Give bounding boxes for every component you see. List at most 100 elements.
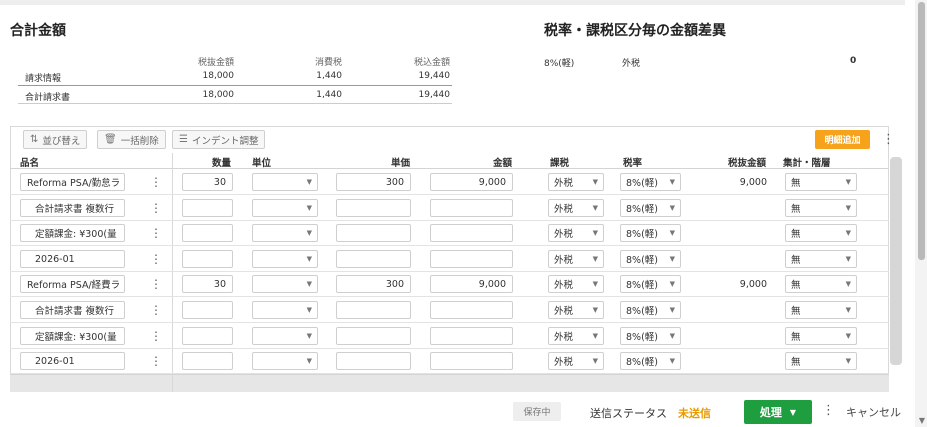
- more-menu-icon[interactable]: ⋮: [822, 404, 835, 417]
- aggregation-select[interactable]: 無 ▼: [785, 224, 857, 242]
- amount-input[interactable]: [430, 250, 513, 268]
- col-header-qty: 数量: [212, 158, 232, 169]
- grid-menu-icon[interactable]: ⋮: [882, 133, 895, 146]
- caret-down-icon: ▼: [592, 332, 598, 340]
- row-menu-icon[interactable]: ⋮: [150, 354, 162, 368]
- scroll-down-icon[interactable]: ▼: [919, 416, 925, 425]
- process-button[interactable]: 処理 ▼: [744, 400, 812, 424]
- summary-row-gross: 19,440: [418, 90, 451, 100]
- unit-price-input[interactable]: [336, 352, 411, 370]
- quantity-input[interactable]: [182, 224, 233, 242]
- tax-rate-select[interactable]: 8%(軽) ▼: [620, 250, 681, 268]
- indent-button[interactable]: ☰ インデント調整: [172, 130, 266, 149]
- aggregation-select[interactable]: 無 ▼: [785, 327, 857, 345]
- amount-input[interactable]: 9,000: [430, 173, 513, 191]
- page-scrollbar-thumb[interactable]: [918, 2, 925, 260]
- caret-down-icon: ▼: [306, 255, 312, 263]
- tax-rate-select[interactable]: 8%(軽) ▼: [620, 199, 681, 217]
- tax-rate-select[interactable]: 8%(軽) ▼: [620, 327, 681, 345]
- item-name-input[interactable]: 2026-01: [20, 250, 125, 268]
- unit-select[interactable]: ▼: [252, 301, 318, 319]
- item-name-input[interactable]: 合計請求書 複数行: [20, 199, 125, 217]
- quantity-input[interactable]: 30: [182, 173, 233, 191]
- indent-label: インデント調整: [191, 135, 259, 147]
- top-divider: [0, 0, 905, 5]
- tax-type-select[interactable]: 外税 ▼: [548, 352, 604, 370]
- amount-input[interactable]: [430, 327, 513, 345]
- item-name-input[interactable]: 2026-01: [20, 352, 125, 370]
- amount-input[interactable]: [430, 301, 513, 319]
- row-menu-icon[interactable]: ⋮: [150, 329, 162, 343]
- item-name-input[interactable]: Reforma PSA/経費ラ: [20, 275, 125, 293]
- item-name-input[interactable]: 定額課金: ¥300(量: [20, 327, 125, 345]
- unit-price-input[interactable]: [336, 199, 411, 217]
- bulk-delete-button[interactable]: 🗑 一括削除: [97, 130, 166, 149]
- aggregation-select[interactable]: 無 ▼: [785, 250, 857, 268]
- tax-type-select[interactable]: 外税 ▼: [548, 173, 604, 191]
- unit-price-input[interactable]: [336, 224, 411, 242]
- summary-divider: [18, 85, 452, 86]
- unit-price-input[interactable]: 300: [336, 275, 411, 293]
- unit-price-input[interactable]: [336, 301, 411, 319]
- amount-input[interactable]: 9,000: [430, 275, 513, 293]
- table-row: 合計請求書 複数行 ⋮ ▼ 外税 ▼ 8%(軽) ▼ 無 ▼: [10, 195, 889, 221]
- quantity-input[interactable]: [182, 199, 233, 217]
- quantity-input[interactable]: [182, 327, 233, 345]
- tax-rate-select[interactable]: 8%(軽) ▼: [620, 173, 681, 191]
- row-menu-icon[interactable]: ⋮: [150, 303, 162, 317]
- caret-down-icon: ▼: [592, 357, 598, 365]
- quantity-input[interactable]: [182, 352, 233, 370]
- tax-type-select[interactable]: 外税 ▼: [548, 199, 604, 217]
- aggregation-select-value: 無: [791, 306, 801, 317]
- quantity-input[interactable]: 30: [182, 275, 233, 293]
- row-menu-icon[interactable]: ⋮: [150, 201, 162, 215]
- tax-type-select-value: 外税: [554, 357, 574, 368]
- aggregation-select-value: 無: [791, 357, 801, 368]
- item-name-input[interactable]: 定額課金: ¥300(量: [20, 224, 125, 242]
- tax-rate-select[interactable]: 8%(軽) ▼: [620, 301, 681, 319]
- aggregation-select[interactable]: 無 ▼: [785, 199, 857, 217]
- unit-price-input[interactable]: [336, 250, 411, 268]
- quantity-input[interactable]: [182, 301, 233, 319]
- tax-type-select[interactable]: 外税 ▼: [548, 275, 604, 293]
- amount-input[interactable]: [430, 224, 513, 242]
- tax-type-select[interactable]: 外税 ▼: [548, 250, 604, 268]
- grid-scrollbar[interactable]: [890, 157, 902, 365]
- unit-select[interactable]: ▼: [252, 327, 318, 345]
- unit-select[interactable]: ▼: [252, 199, 318, 217]
- tax-type-select-value: 外税: [554, 204, 574, 215]
- row-menu-icon[interactable]: ⋮: [150, 175, 162, 189]
- tax-type-select[interactable]: 外税 ▼: [548, 224, 604, 242]
- row-menu-icon[interactable]: ⋮: [150, 252, 162, 266]
- unit-select[interactable]: ▼: [252, 173, 318, 191]
- row-menu-icon[interactable]: ⋮: [150, 277, 162, 291]
- aggregation-select[interactable]: 無 ▼: [785, 173, 857, 191]
- tax-rate-select[interactable]: 8%(軽) ▼: [620, 275, 681, 293]
- tax-type-select[interactable]: 外税 ▼: [548, 301, 604, 319]
- add-detail-button[interactable]: 明細追加: [815, 130, 870, 149]
- amount-input[interactable]: [430, 199, 513, 217]
- row-menu-icon[interactable]: ⋮: [150, 226, 162, 240]
- page-scrollbar[interactable]: ▼: [915, 0, 927, 427]
- unit-price-input[interactable]: 300: [336, 173, 411, 191]
- aggregation-select-value: 無: [791, 280, 801, 291]
- item-name-input[interactable]: 合計請求書 複数行: [20, 301, 125, 319]
- sort-button[interactable]: ⇅ 並び替え: [23, 130, 88, 149]
- aggregation-select[interactable]: 無 ▼: [785, 352, 857, 370]
- amount-input[interactable]: [430, 352, 513, 370]
- unit-select[interactable]: ▼: [252, 250, 318, 268]
- unit-price-input[interactable]: [336, 327, 411, 345]
- unit-select[interactable]: ▼: [252, 224, 318, 242]
- table-row: Reforma PSA/勤怠ラ ⋮ 30 ▼ 300 9,000 外税 ▼ 8%(軽) ▼ 9,00…: [10, 169, 889, 195]
- unit-select[interactable]: ▼: [252, 352, 318, 370]
- aggregation-select[interactable]: 無 ▼: [785, 301, 857, 319]
- tax-type-select[interactable]: 外税 ▼: [548, 327, 604, 345]
- unit-select[interactable]: ▼: [252, 275, 318, 293]
- tax-rate-select[interactable]: 8%(軽) ▼: [620, 224, 681, 242]
- quantity-input[interactable]: [182, 250, 233, 268]
- table-row: 合計請求書 複数行 ⋮ ▼ 外税 ▼ 8%(軽) ▼ 無 ▼: [10, 297, 889, 323]
- tax-rate-select[interactable]: 8%(軽) ▼: [620, 352, 681, 370]
- item-name-input[interactable]: Reforma PSA/勤怠ラ: [20, 173, 125, 191]
- aggregation-select[interactable]: 無 ▼: [785, 275, 857, 293]
- cancel-button[interactable]: キャンセル: [846, 404, 901, 420]
